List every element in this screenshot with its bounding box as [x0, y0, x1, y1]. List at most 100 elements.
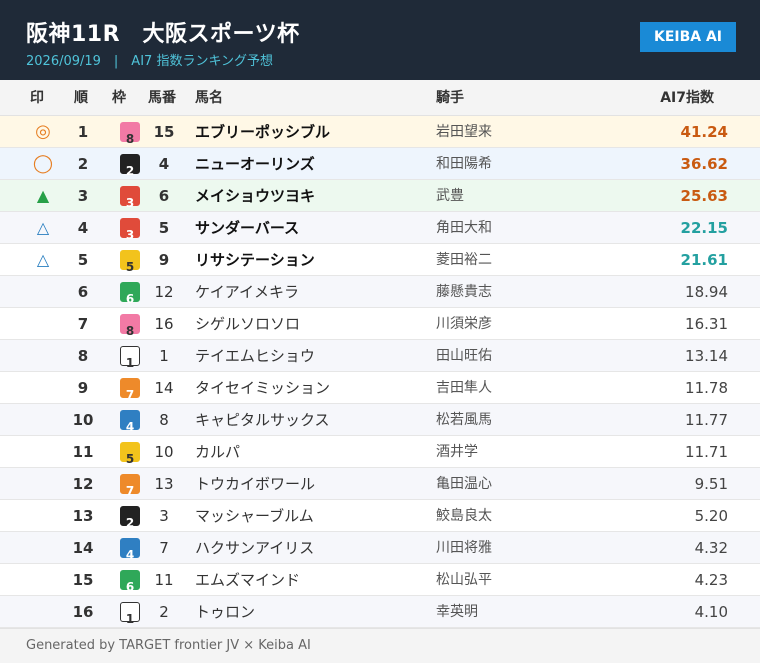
score-cell: 4.32	[694, 539, 728, 557]
horse-name-cell: マッシャーブルム	[195, 507, 314, 525]
score-cell: 4.23	[694, 571, 728, 589]
column-header-score: AI7指数	[660, 90, 714, 106]
jockey-cell: 武豊	[436, 188, 464, 204]
score-cell: 22.15	[680, 219, 728, 237]
horse-name-cell: トゥロン	[195, 603, 256, 621]
umaban-cell: 9	[158, 251, 170, 269]
rank-cell: 10	[72, 411, 94, 429]
table-header: 印 順 枠 馬番 馬名 騎手 AI7指数	[0, 80, 760, 116]
umaban-cell: 11	[154, 571, 174, 589]
waku-badge: 2	[120, 506, 140, 530]
table-row: 16 1 2 トゥロン 幸英明 4.10	[0, 596, 760, 628]
waku-badge: 1	[120, 602, 140, 626]
prediction-mark: △	[36, 218, 50, 237]
jockey-cell: 和田陽希	[436, 156, 492, 172]
jockey-cell: 鮫島良太	[436, 508, 492, 524]
umaban-cell: 14	[154, 379, 174, 397]
score-cell: 36.62	[680, 155, 728, 173]
rank-cell: 2	[77, 155, 89, 173]
jockey-cell: 角田大和	[436, 220, 492, 236]
column-header-jockey: 騎手	[436, 90, 464, 106]
score-cell: 4.10	[694, 603, 728, 621]
horse-name-cell: ハクサンアイリス	[195, 539, 315, 557]
horse-name-cell: ニューオーリンズ	[195, 155, 315, 173]
column-header-waku: 枠	[112, 90, 126, 106]
rank-cell: 7	[77, 315, 89, 333]
table-row: ▲ 3 3 6 メイショウツヨキ 武豊 25.63	[0, 180, 760, 212]
footer-credit: Generated by TARGET frontier JV × Keiba …	[26, 638, 311, 653]
score-cell: 11.71	[685, 443, 728, 461]
table-row: 10 4 8 キャピタルサックス 松若風馬 11.77	[0, 404, 760, 436]
table-row: 6 6 12 ケイアイメキラ 藤懸貴志 18.94	[0, 276, 760, 308]
rank-cell: 4	[77, 219, 89, 237]
column-header-umaban: 馬番	[148, 90, 176, 106]
umaban-cell: 7	[159, 539, 169, 557]
keiba-ai-badge: KEIBA AI	[640, 22, 736, 52]
table-row: ◎ 1 8 15 エブリーポッシブル 岩田望来 41.24	[0, 116, 760, 148]
jockey-cell: 藤懸貴志	[436, 284, 492, 300]
horse-name-cell: ケイアイメキラ	[195, 283, 299, 301]
table-row: 13 2 3 マッシャーブルム 鮫島良太 5.20	[0, 500, 760, 532]
horse-name-cell: カルパ	[195, 443, 241, 461]
score-cell: 11.78	[685, 379, 728, 397]
horse-name-cell: エブリーポッシブル	[195, 123, 331, 141]
table-row: △ 5 5 9 リサシテーション 菱田裕二 21.61	[0, 244, 760, 276]
prediction-mark: ◯	[32, 153, 54, 174]
umaban-cell: 8	[159, 411, 169, 429]
prediction-mark: ▲	[36, 186, 50, 205]
jockey-cell: 川須栄彦	[436, 316, 492, 332]
page-title: 阪神11R 大阪スポーツ杯	[26, 22, 300, 47]
score-cell: 5.20	[694, 507, 728, 525]
waku-badge: 5	[120, 442, 140, 466]
table-row: ◯ 2 2 4 ニューオーリンズ 和田陽希 36.62	[0, 148, 760, 180]
jockey-cell: 幸英明	[436, 604, 478, 620]
header: 阪神11R 大阪スポーツ杯 2026/09/19 | AI7 指数ランキング予想…	[0, 0, 760, 80]
umaban-cell: 16	[154, 315, 174, 333]
horse-name-cell: エムズマインド	[195, 571, 301, 589]
waku-badge: 3	[120, 218, 140, 242]
score-cell: 18.94	[685, 283, 728, 301]
rank-cell: 12	[72, 475, 94, 493]
umaban-cell: 13	[154, 475, 174, 493]
jockey-cell: 松若風馬	[436, 412, 492, 428]
rank-cell: 3	[77, 187, 89, 205]
rank-cell: 5	[77, 251, 89, 269]
umaban-cell: 2	[159, 603, 169, 621]
rank-cell: 13	[72, 507, 94, 525]
rank-cell: 14	[72, 539, 94, 557]
horse-name-cell: シゲルソロソロ	[195, 315, 301, 333]
horse-name-cell: メイショウツヨキ	[195, 187, 316, 205]
rank-cell: 11	[72, 443, 94, 461]
rank-cell: 8	[77, 347, 89, 365]
jockey-cell: 亀田温心	[436, 476, 492, 492]
jockey-cell: 菱田裕二	[436, 252, 492, 268]
horse-name-cell: サンダーバース	[195, 219, 300, 237]
waku-badge: 2	[120, 154, 140, 178]
table-row: 8 1 1 テイエムヒショウ 田山旺佑 13.14	[0, 340, 760, 372]
horse-name-cell: キャピタルサックス	[195, 411, 330, 429]
jockey-cell: 岩田望来	[436, 124, 492, 140]
umaban-cell: 4	[158, 155, 170, 173]
table-row: 7 8 16 シゲルソロソロ 川須栄彦 16.31	[0, 308, 760, 340]
waku-badge: 6	[120, 282, 140, 306]
horse-name-cell: テイエムヒショウ	[195, 347, 315, 365]
umaban-cell: 5	[158, 219, 170, 237]
umaban-cell: 10	[154, 443, 174, 461]
score-cell: 21.61	[680, 251, 728, 269]
waku-badge: 8	[120, 314, 140, 338]
footer: Generated by TARGET frontier JV × Keiba …	[0, 628, 760, 663]
column-header-horse: 馬名	[195, 90, 223, 106]
umaban-cell: 12	[154, 283, 174, 301]
waku-badge: 5	[120, 250, 140, 274]
waku-badge: 7	[120, 474, 140, 498]
score-cell: 16.31	[685, 315, 728, 333]
jockey-cell: 川田将雅	[436, 540, 492, 556]
rank-cell: 9	[77, 379, 89, 397]
jockey-cell: 田山旺佑	[436, 348, 492, 364]
table-row: △ 4 3 5 サンダーバース 角田大和 22.15	[0, 212, 760, 244]
table-row: 9 7 14 タイセイミッション 吉田隼人 11.78	[0, 372, 760, 404]
umaban-cell: 6	[158, 187, 170, 205]
waku-badge: 4	[120, 538, 140, 562]
umaban-cell: 1	[159, 347, 169, 365]
prediction-mark: △	[36, 250, 50, 269]
